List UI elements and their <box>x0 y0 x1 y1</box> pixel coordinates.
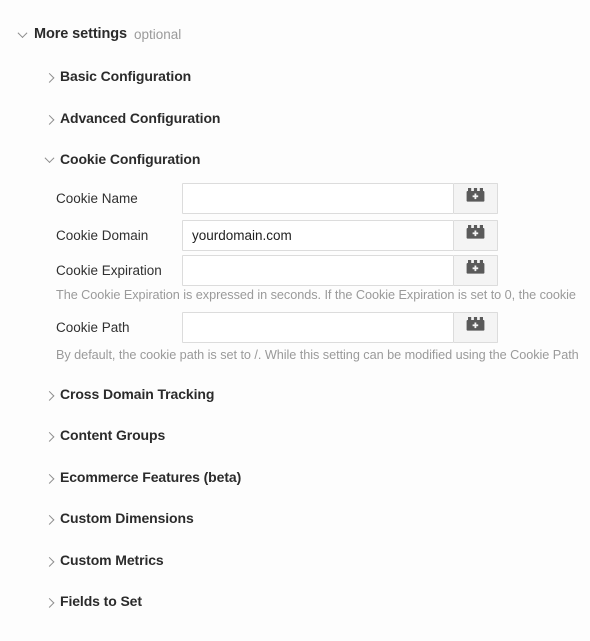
insert-variable-brick-icon-button-cookie-domain[interactable] <box>454 219 498 251</box>
accordion-custom-metrics[interactable]: Custom Metrics <box>44 552 164 568</box>
label-cookie-expiration: Cookie Expiration <box>56 262 162 278</box>
chevron-down-icon <box>16 27 28 38</box>
chevron-right-icon <box>44 556 55 567</box>
accordion-label: Cookie Configuration <box>60 151 201 167</box>
chevron-right-icon <box>44 514 55 525</box>
cookie-expiration-help: The Cookie Expiration is expressed in se… <box>56 288 576 302</box>
chevron-right-icon <box>44 597 55 608</box>
input-cookie-path[interactable] <box>182 311 454 343</box>
input-cookie-domain[interactable] <box>182 219 454 251</box>
cookie-path-help: By default, the cookie path is set to /.… <box>56 348 579 362</box>
label-cookie-path: Cookie Path <box>56 319 130 335</box>
insert-variable-brick-icon <box>466 260 485 280</box>
accordion-label: Custom Metrics <box>60 552 164 568</box>
field-row-cookie-domain: Cookie Domain <box>56 219 498 251</box>
section-title: More settings <box>34 26 127 42</box>
section-header-more-settings[interactable]: More settings optional <box>16 26 181 42</box>
chevron-right-icon <box>44 431 55 442</box>
chevron-right-icon <box>44 72 55 83</box>
control-cookie-expiration <box>182 254 498 286</box>
section-optional-tag: optional <box>133 26 182 42</box>
accordion-cookie-configuration[interactable]: Cookie Configuration <box>44 151 200 167</box>
accordion-content-groups[interactable]: Content Groups <box>44 427 165 443</box>
chevron-right-icon <box>44 473 55 484</box>
accordion-label: Ecommerce Features (beta) <box>60 469 242 485</box>
chevron-right-icon <box>44 114 55 125</box>
control-cookie-name <box>182 182 498 214</box>
control-cookie-path <box>182 311 498 343</box>
accordion-cross-domain-tracking[interactable]: Cross Domain Tracking <box>44 386 214 402</box>
field-row-cookie-path: Cookie Path <box>56 311 498 343</box>
chevron-down-icon <box>44 152 55 163</box>
label-cookie-name: Cookie Name <box>56 190 138 206</box>
field-row-cookie-name: Cookie Name <box>56 182 498 214</box>
accordion-label: Content Groups <box>60 427 166 443</box>
insert-variable-brick-icon-button-cookie-expiration[interactable] <box>454 254 498 286</box>
accordion-ecommerce-features[interactable]: Ecommerce Features (beta) <box>44 469 241 485</box>
insert-variable-brick-icon <box>466 188 485 208</box>
chevron-right-icon <box>44 390 55 401</box>
accordion-label: Cross Domain Tracking <box>60 386 215 402</box>
accordion-label: Fields to Set <box>60 593 142 609</box>
accordion-label: Advanced Configuration <box>60 110 221 126</box>
insert-variable-brick-icon <box>466 317 485 337</box>
accordion-advanced-configuration[interactable]: Advanced Configuration <box>44 110 220 126</box>
label-cookie-domain: Cookie Domain <box>56 227 149 243</box>
accordion-custom-dimensions[interactable]: Custom Dimensions <box>44 510 194 526</box>
accordion-label: Custom Dimensions <box>60 510 194 526</box>
field-row-cookie-expiration: Cookie Expiration <box>56 254 498 286</box>
accordion-label: Basic Configuration <box>60 68 192 84</box>
more-settings-panel: More settings optional Basic Configurati… <box>0 0 590 641</box>
control-cookie-domain <box>182 219 498 251</box>
insert-variable-brick-icon-button-cookie-path[interactable] <box>454 311 498 343</box>
insert-variable-brick-icon <box>466 225 485 245</box>
accordion-basic-configuration[interactable]: Basic Configuration <box>44 68 191 84</box>
accordion-fields-to-set[interactable]: Fields to Set <box>44 593 142 609</box>
insert-variable-brick-icon-button-cookie-name[interactable] <box>454 182 498 214</box>
input-cookie-expiration[interactable] <box>182 254 454 286</box>
input-cookie-name[interactable] <box>182 182 454 214</box>
